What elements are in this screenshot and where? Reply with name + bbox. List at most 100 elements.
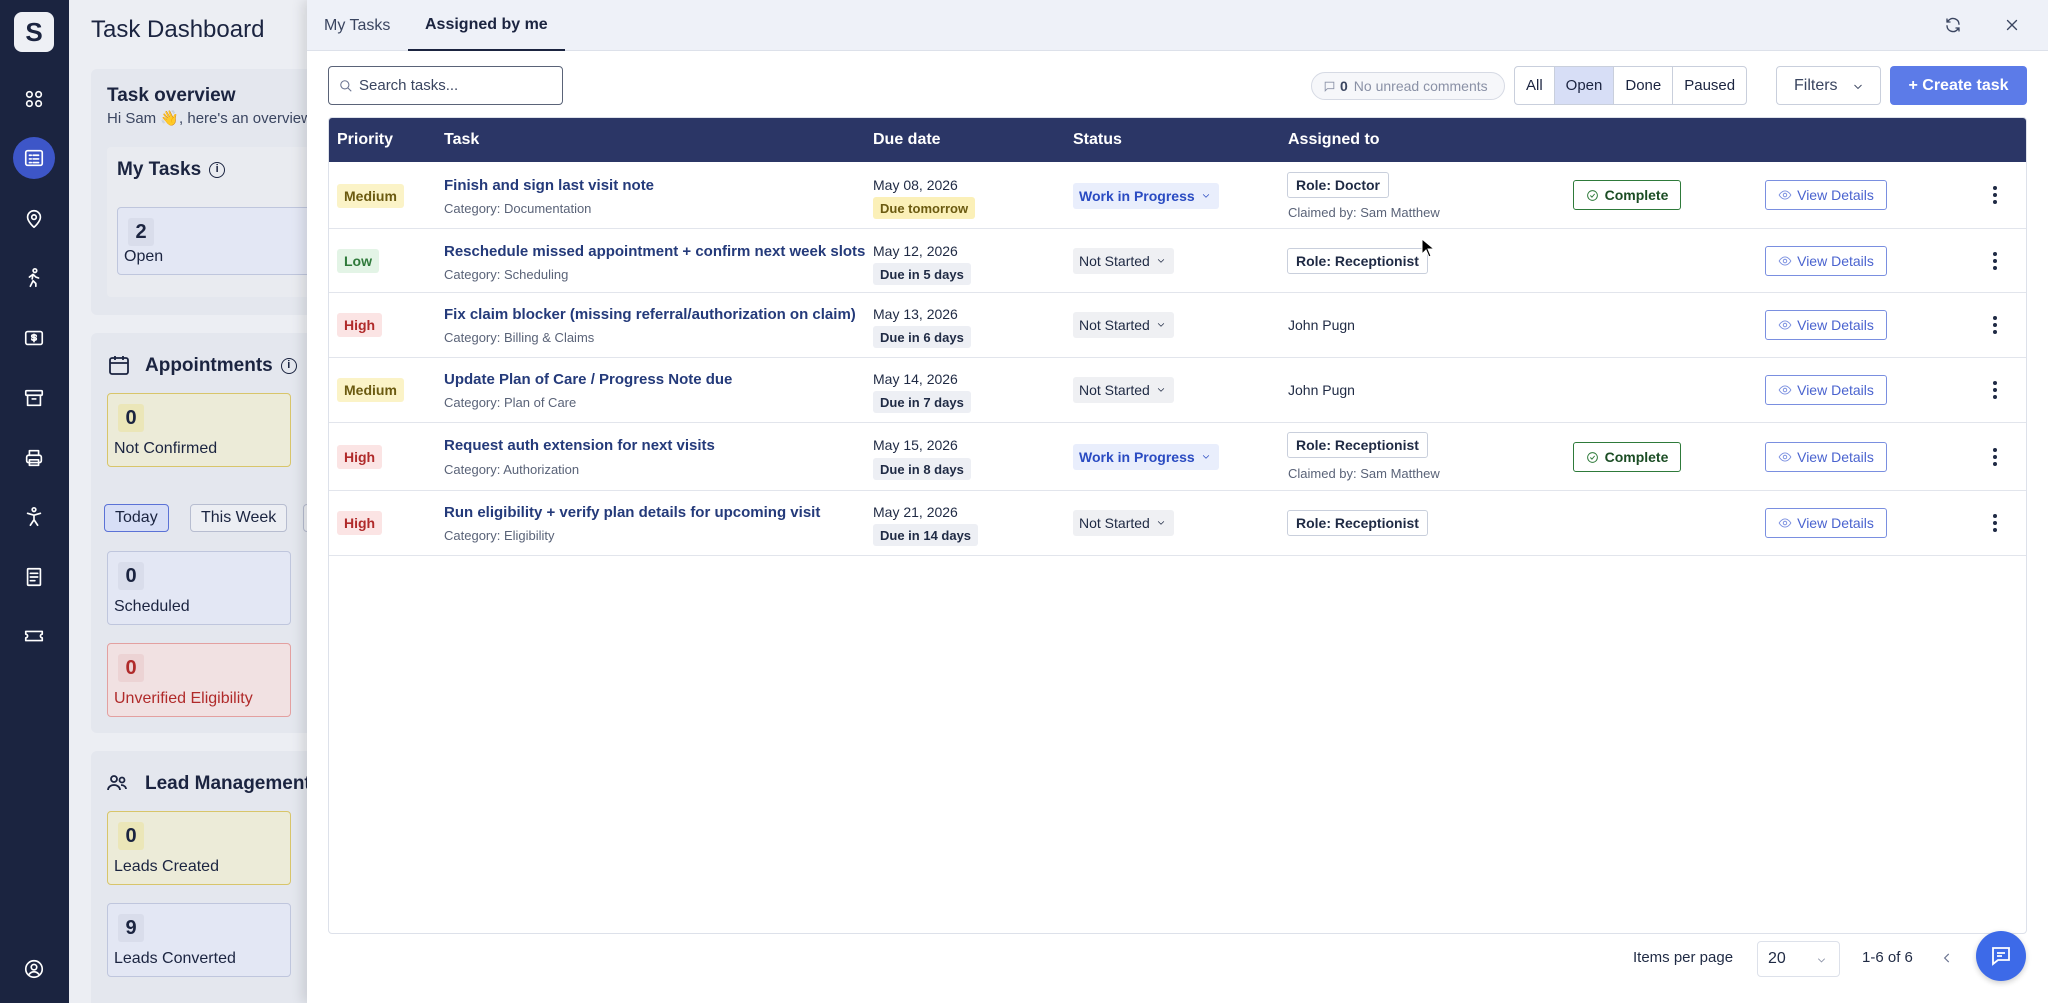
view-details-button[interactable]: View Details	[1765, 246, 1887, 276]
more-options-icon[interactable]	[1985, 183, 2005, 207]
table-row[interactable]: High Request auth extension for next vis…	[329, 423, 2026, 491]
col-task[interactable]: Task	[444, 118, 479, 162]
table-row[interactable]: High Fix claim blocker (missing referral…	[329, 293, 2026, 358]
chevron-down-icon	[1817, 958, 1826, 963]
unverified-eligibility-stat[interactable]: 0 Unverified Eligibility	[107, 643, 291, 717]
eye-icon	[1778, 385, 1792, 395]
col-due-date[interactable]: Due date	[873, 118, 941, 162]
col-priority[interactable]: Priority	[337, 118, 393, 162]
more-options-icon[interactable]	[1985, 511, 2005, 535]
scheduled-stat[interactable]: 0 Scheduled	[107, 551, 291, 625]
appointments-title: Appointments	[145, 355, 273, 376]
dashboard-icon[interactable]	[18, 83, 50, 115]
items-per-page-value: 20	[1768, 950, 1786, 967]
document-icon[interactable]	[18, 561, 50, 593]
more-options-icon[interactable]	[1985, 378, 2005, 402]
complete-button[interactable]: Complete	[1573, 180, 1681, 210]
assignee-person: John Pugn	[1288, 382, 1355, 398]
unread-count: 0	[1340, 78, 1348, 94]
view-details-button[interactable]: View Details	[1765, 442, 1887, 472]
view-details-label: View Details	[1797, 382, 1874, 398]
filter-today[interactable]: Today	[104, 504, 169, 532]
prev-page-icon[interactable]	[1940, 948, 1960, 970]
mouse-cursor-icon	[1421, 238, 1435, 258]
status-dropdown[interactable]: Work in Progress	[1073, 444, 1219, 470]
segment-all[interactable]: All	[1515, 67, 1554, 104]
table-row[interactable]: Low Reschedule missed appointment + conf…	[329, 229, 2026, 293]
status-dropdown[interactable]: Not Started	[1073, 377, 1174, 403]
status-dropdown[interactable]: Not Started	[1073, 312, 1174, 338]
claimed-by: Claimed by: Sam Matthew	[1288, 466, 1440, 481]
view-details-button[interactable]: View Details	[1765, 310, 1887, 340]
my-tasks-open-stat[interactable]: 2 Open	[117, 207, 309, 275]
leads-converted-label: Leads Converted	[114, 950, 236, 967]
nav-rail: S	[0, 0, 69, 1003]
create-task-button[interactable]: + Create task	[1890, 66, 2027, 105]
table-row[interactable]: High Run eligibility + verify plan detai…	[329, 491, 2026, 556]
printer-icon[interactable]	[18, 442, 50, 474]
view-details-label: View Details	[1797, 515, 1874, 531]
due-badge: Due in 8 days	[873, 458, 971, 480]
more-options-icon[interactable]	[1985, 313, 2005, 337]
not-confirmed-stat[interactable]: 0 Not Confirmed	[107, 393, 291, 467]
calendar-icon	[107, 353, 131, 377]
task-title[interactable]: Reschedule missed appointment + confirm …	[444, 243, 865, 260]
task-category: Category: Authorization	[444, 462, 580, 477]
complete-button[interactable]: Complete	[1573, 442, 1681, 472]
task-drawer: My Tasks Assigned by me Search tasks... …	[307, 0, 2048, 1003]
status-dropdown[interactable]: Work in Progress	[1073, 183, 1219, 209]
due-badge: Due in 7 days	[873, 391, 971, 413]
tab-my-tasks[interactable]: My Tasks	[307, 0, 407, 51]
info-icon[interactable]: i	[280, 357, 297, 374]
view-details-button[interactable]: View Details	[1765, 180, 1887, 210]
priority-badge: High	[337, 313, 383, 337]
billing-icon[interactable]	[18, 322, 50, 354]
assignee-role: Role: Receptionist	[1287, 432, 1428, 458]
close-icon[interactable]	[2000, 13, 2024, 37]
view-details-button[interactable]: View Details	[1765, 508, 1887, 538]
task-overview-subtitle: Hi Sam 👋, here's an overview	[107, 110, 309, 127]
table-row[interactable]: Medium Update Plan of Care / Progress No…	[329, 358, 2026, 423]
segment-done[interactable]: Done	[1613, 67, 1672, 104]
tab-assigned-by-me[interactable]: Assigned by me	[408, 0, 565, 51]
more-options-icon[interactable]	[1985, 445, 2005, 469]
ticket-icon[interactable]	[18, 620, 50, 652]
task-overview-title: Task overview	[107, 85, 236, 106]
info-icon[interactable]: i	[209, 161, 226, 178]
unread-comments-badge[interactable]: 0 No unread comments	[1311, 72, 1505, 100]
status-dropdown[interactable]: Not Started	[1073, 248, 1174, 274]
task-title[interactable]: Request auth extension for next visits	[444, 437, 715, 454]
users-icon	[105, 771, 129, 795]
leads-created-stat[interactable]: 0 Leads Created	[107, 811, 291, 885]
col-assigned-to[interactable]: Assigned to	[1288, 118, 1380, 162]
accessibility-icon[interactable]	[18, 501, 50, 533]
archive-icon[interactable]	[18, 382, 50, 414]
filter-this-week[interactable]: This Week	[190, 504, 288, 532]
leads-converted-stat[interactable]: 9 Leads Converted	[107, 903, 291, 977]
chat-button[interactable]	[1976, 931, 2026, 981]
location-icon[interactable]	[18, 203, 50, 235]
col-status[interactable]: Status	[1073, 118, 1122, 162]
task-title[interactable]: Finish and sign last visit note	[444, 177, 654, 194]
task-title[interactable]: Update Plan of Care / Progress Note due	[444, 371, 732, 388]
app-logo[interactable]: S	[14, 12, 54, 52]
status-dropdown[interactable]: Not Started	[1073, 510, 1174, 536]
due-badge: Due in 5 days	[873, 263, 971, 285]
segment-paused[interactable]: Paused	[1672, 67, 1746, 104]
search-input[interactable]: Search tasks...	[328, 66, 563, 105]
more-options-icon[interactable]	[1985, 249, 2005, 273]
task-title[interactable]: Fix claim blocker (missing referral/auth…	[444, 306, 856, 323]
items-per-page-select[interactable]: 20	[1757, 941, 1840, 977]
activity-icon[interactable]	[18, 262, 50, 294]
due-badge: Due tomorrow	[873, 197, 976, 219]
refresh-icon[interactable]	[1941, 13, 1965, 37]
user-icon[interactable]	[18, 953, 50, 985]
tasks-icon[interactable]	[13, 137, 55, 179]
drawer-tabs: My Tasks Assigned by me	[307, 0, 2048, 51]
status-label: Work in Progress	[1079, 449, 1195, 465]
task-title[interactable]: Run eligibility + verify plan details fo…	[444, 504, 820, 521]
filters-button[interactable]: Filters	[1776, 66, 1881, 105]
table-row[interactable]: Medium Finish and sign last visit note C…	[329, 162, 2026, 229]
view-details-button[interactable]: View Details	[1765, 375, 1887, 405]
segment-open[interactable]: Open	[1553, 67, 1614, 104]
